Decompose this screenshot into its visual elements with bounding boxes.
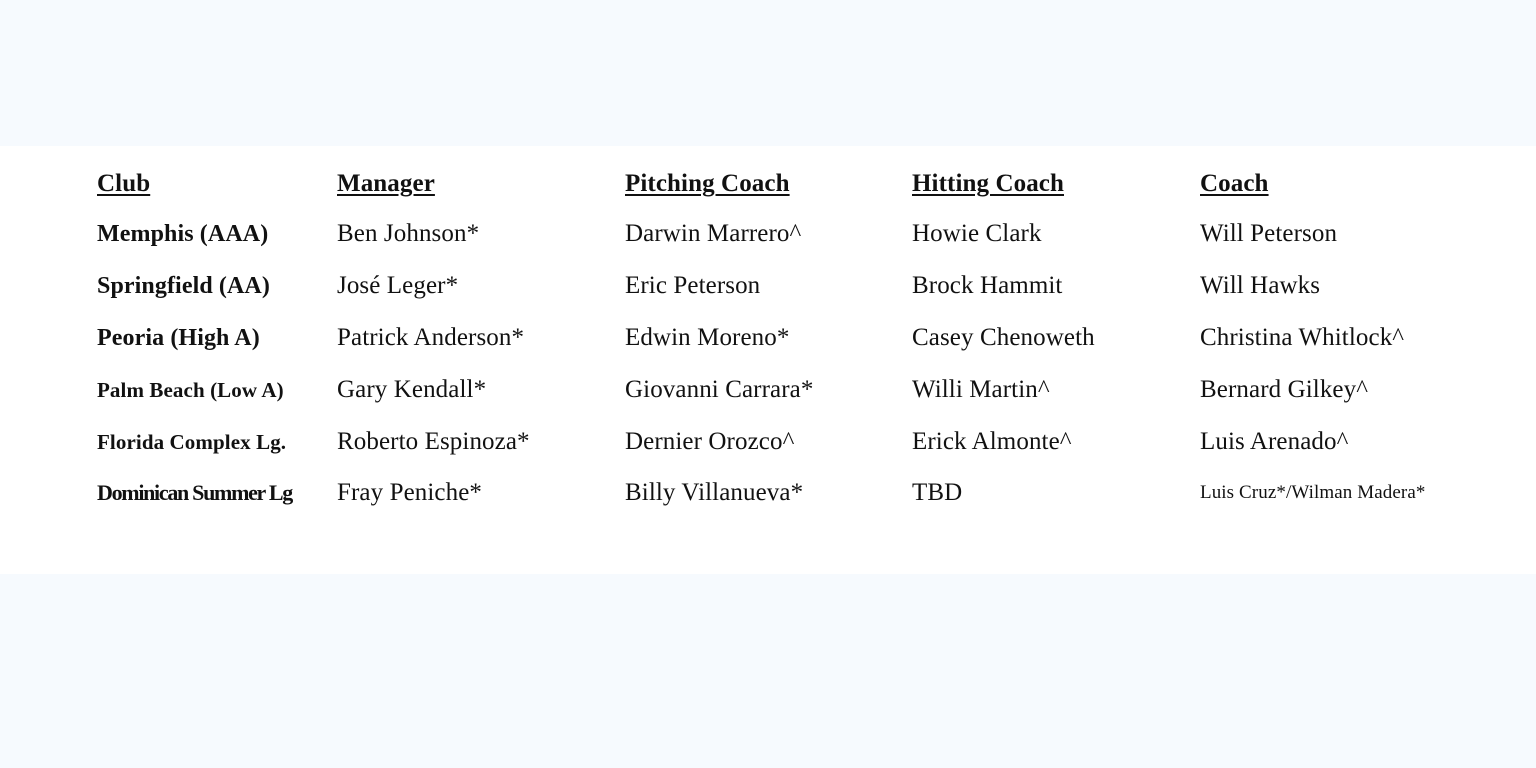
- table-row: Palm Beach (Low A) Gary Kendall* Giovann…: [0, 372, 1536, 408]
- table-header-row: Club Manager Pitching Coach Hitting Coac…: [0, 166, 1536, 202]
- pitching-coach-name: Edwin Moreno*: [625, 324, 790, 351]
- manager-name: José Leger*: [337, 272, 459, 299]
- manager-name: Patrick Anderson*: [337, 324, 525, 351]
- coach-name: Luis Cruz*/Wilman Madera*: [1200, 482, 1426, 503]
- manager-name: Gary Kendall*: [337, 376, 487, 403]
- table-row: Springfield (AA) José Leger* Eric Peters…: [0, 268, 1536, 304]
- header-manager: Manager: [337, 170, 435, 197]
- manager-name: Roberto Espinoza*: [337, 428, 530, 455]
- pitching-coach-name: Darwin Marrero^: [625, 220, 802, 247]
- hitting-coach-name: Howie Clark: [912, 220, 1042, 247]
- table-row: Dominican Summer Lg Fray Peniche* Billy …: [0, 475, 1536, 511]
- club-name: Memphis (AAA): [97, 221, 269, 247]
- coach-name: Bernard Gilkey^: [1200, 376, 1369, 403]
- pitching-coach-name: Giovanni Carrara*: [625, 376, 814, 403]
- pitching-coach-name: Billy Villanueva*: [625, 479, 804, 506]
- table-row: Memphis (AAA) Ben Johnson* Darwin Marrer…: [0, 216, 1536, 252]
- header-pitching-coach: Pitching Coach: [625, 170, 790, 197]
- pitching-coach-name: Eric Peterson: [625, 272, 761, 299]
- club-name: Dominican Summer Lg: [97, 480, 293, 505]
- hitting-coach-name: Casey Chenoweth: [912, 324, 1095, 351]
- club-name: Peoria (High A): [97, 325, 260, 351]
- header-club: Club: [97, 170, 151, 197]
- hitting-coach-name: Brock Hammit: [912, 272, 1063, 299]
- table-row: Florida Complex Lg. Roberto Espinoza* De…: [0, 424, 1536, 460]
- club-name: Florida Complex Lg.: [97, 430, 287, 454]
- staff-table: Club Manager Pitching Coach Hitting Coac…: [0, 146, 1536, 574]
- pitching-coach-name: Dernier Orozco^: [625, 428, 795, 455]
- manager-name: Fray Peniche*: [337, 479, 483, 506]
- hitting-coach-name: Erick Almonte^: [912, 428, 1072, 455]
- coach-name: Will Peterson: [1200, 220, 1338, 247]
- club-name: Springfield (AA): [97, 273, 270, 299]
- coach-name: Luis Arenado^: [1200, 428, 1349, 455]
- coach-name: Will Hawks: [1200, 272, 1321, 299]
- header-coach: Coach: [1200, 170, 1269, 197]
- table-row: Peoria (High A) Patrick Anderson* Edwin …: [0, 320, 1536, 356]
- manager-name: Ben Johnson*: [337, 220, 480, 247]
- club-name: Palm Beach (Low A): [97, 378, 284, 402]
- document-band: Club Manager Pitching Coach Hitting Coac…: [0, 146, 1536, 574]
- coach-name: Christina Whitlock^: [1200, 324, 1405, 351]
- hitting-coach-name: Willi Martin^: [912, 376, 1050, 403]
- header-hitting-coach: Hitting Coach: [912, 170, 1064, 197]
- hitting-coach-name: TBD: [912, 479, 963, 506]
